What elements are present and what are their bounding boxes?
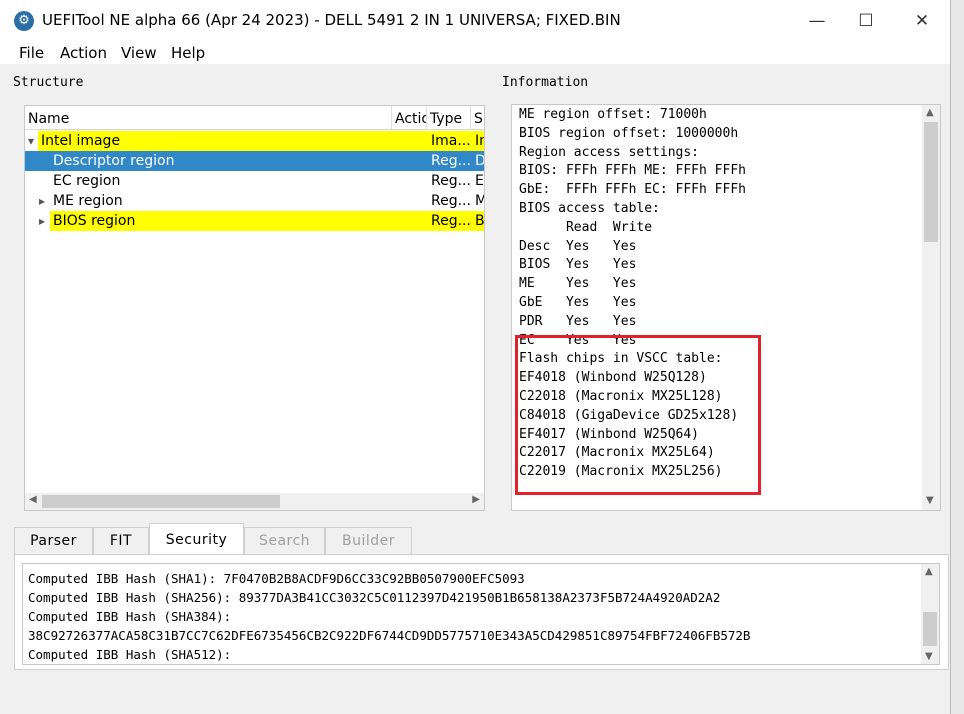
info-line: PDR Yes Yes (519, 313, 637, 329)
row-subtype: EC (475, 173, 484, 189)
info-vertical-scrollbar[interactable]: ▲ ▼ (922, 105, 940, 510)
info-line: Read Write (519, 219, 653, 235)
row-type: Ima... (431, 133, 471, 149)
info-line: ME region offset: 71000h (519, 107, 707, 122)
menu-file[interactable]: File (19, 44, 44, 62)
row-name: EC region (53, 173, 121, 189)
messages-vertical-scrollbar[interactable]: ▲ ▼ (921, 564, 939, 664)
menu-help[interactable]: Help (171, 44, 205, 62)
menu-action[interactable]: Action (60, 44, 107, 62)
info-line: Region access settings: (519, 144, 700, 160)
column-name[interactable]: Name (25, 106, 392, 130)
security-message-line: Computed IBB Hash (SHA256): 89377DA3B41C… (28, 590, 721, 605)
security-message-line: 38C92726377ACA58C31B7CC7C62DFE6735456CB2… (28, 628, 751, 643)
tab-fit[interactable]: FIT (93, 527, 149, 554)
info-line: BIOS access table: (519, 201, 660, 216)
row-subtype: M (475, 191, 484, 211)
close-button[interactable]: ✕ (902, 8, 942, 34)
info-line: BIOS: FFFh FFFh ME: FFFh FFFh (519, 163, 746, 179)
expand-arrow-icon[interactable]: ▾ (28, 131, 34, 151)
tree-row[interactable]: EC region Reg...EC (25, 171, 484, 191)
row-subtype: In (475, 133, 484, 149)
tab-builder: Builder (325, 527, 412, 554)
info-line: Desc Yes Yes (519, 238, 637, 254)
window-title: UEFITool NE alpha 66 (Apr 24 2023) - DEL… (42, 11, 621, 29)
row-name: BIOS region (53, 213, 136, 229)
security-message-line: Computed IBB Hash (SHA512): (28, 647, 232, 662)
row-name: Intel image (41, 133, 121, 149)
maximize-button[interactable]: ☐ (846, 8, 886, 34)
security-message-line: Computed IBB Hash (SHA1): 7F0470B2B8ACDF… (28, 571, 525, 586)
row-name: Descriptor region (53, 153, 175, 169)
structure-tree[interactable]: Name Actio Type Su ▾ Intel image Ima...In D… (24, 105, 485, 511)
tree-row[interactable]: ▸ BIOS region Reg...BI (25, 211, 485, 231)
app-gear-icon: ⚙ (14, 11, 34, 31)
row-subtype: D (475, 153, 485, 169)
tree-row[interactable]: ▾ Intel image Ima...In (25, 131, 484, 151)
tab-search: Search (244, 527, 325, 554)
collapsed-arrow-icon[interactable]: ▸ (39, 211, 45, 231)
row-name: ME region (53, 193, 123, 209)
tree-row[interactable]: ▸ ME region Reg...M (25, 191, 484, 211)
menu-bar: File Action View Help (0, 42, 950, 64)
column-type[interactable]: Type (427, 106, 471, 130)
row-type: Reg... (431, 173, 471, 189)
row-subtype: BI (475, 213, 485, 229)
security-message-line: Computed IBB Hash (SHA384): (28, 609, 232, 624)
security-messages[interactable]: Computed IBB Hash (SHA1): 7F0470B2B8ACDF… (22, 563, 940, 665)
horizontal-scrollbar[interactable]: ◀ ▶ (25, 493, 484, 510)
annotation-highlight-box (515, 335, 761, 495)
info-line: GbE: FFFh FFFh EC: FFFh FFFh (519, 182, 746, 198)
background-window (950, 0, 964, 714)
collapsed-arrow-icon[interactable]: ▸ (39, 191, 45, 211)
info-line: BIOS Yes Yes (519, 257, 637, 273)
row-type: Reg... (431, 153, 471, 169)
row-type: Reg... (431, 213, 471, 229)
row-type: Reg... (431, 193, 471, 209)
tab-security[interactable]: Security (149, 523, 244, 555)
tree-row[interactable]: Descriptor region Reg... D (25, 151, 485, 171)
menu-view[interactable]: View (121, 44, 157, 62)
info-line: GbE Yes Yes (519, 295, 637, 310)
title-bar: ⚙ UEFITool NE alpha 66 (Apr 24 2023) - D… (0, 0, 950, 42)
info-line: BIOS region offset: 1000000h (519, 125, 739, 141)
minimize-button[interactable]: — (797, 8, 837, 34)
column-action[interactable]: Actio (392, 106, 427, 130)
tab-parser[interactable]: Parser (14, 527, 93, 554)
info-line: ME Yes Yes (519, 276, 637, 292)
information-label: Information (502, 75, 589, 90)
structure-label: Structure (13, 75, 84, 90)
column-subtype[interactable]: Su (471, 106, 484, 130)
